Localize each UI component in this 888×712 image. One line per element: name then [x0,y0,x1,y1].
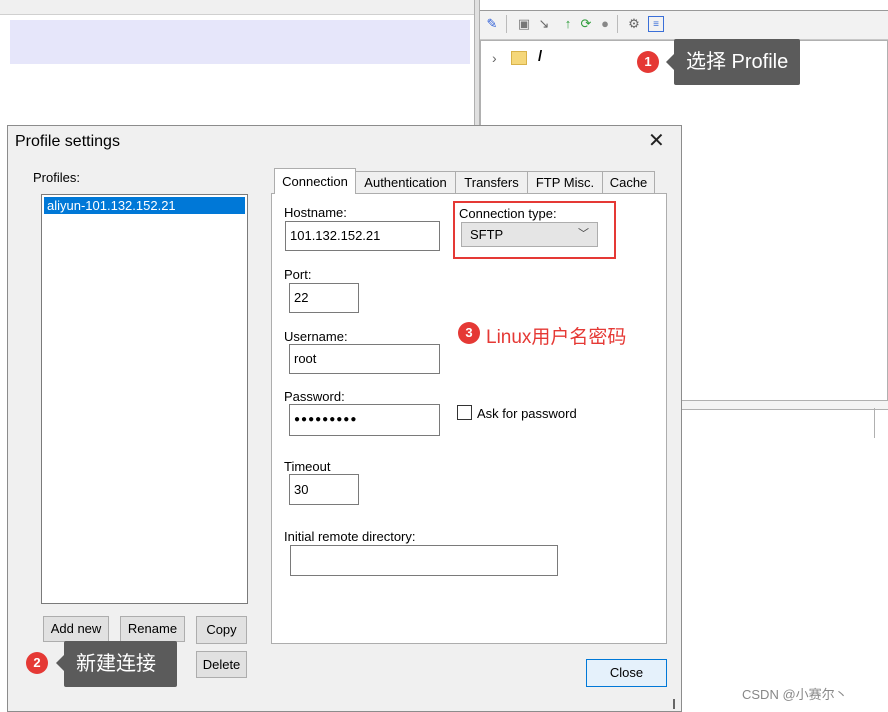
annotation-badge-1: 1 [637,51,659,73]
copy-button[interactable]: Copy [196,616,247,644]
resize-grip [673,699,675,709]
username-label: Username: [284,329,348,344]
folder-icon [511,51,527,65]
background-left-header [0,0,474,15]
initial-remote-directory-label: Initial remote directory: [284,529,416,544]
profiles-list[interactable]: aliyun-101.132.152.21 [41,194,248,604]
annotation-highlight-box [453,201,616,259]
stop-icon[interactable]: ● [597,16,613,32]
hostname-label: Hostname: [284,205,347,220]
password-label: Password: [284,389,345,404]
timeout-field[interactable]: 30 [289,474,359,505]
initial-remote-directory-field[interactable] [290,545,558,576]
connect-icon[interactable]: ✎ [484,16,500,32]
port-field[interactable]: 22 [289,283,359,313]
annotation-callout-2: 新建连接 [64,641,177,687]
tab-connection[interactable]: Connection [274,168,356,194]
annotation-badge-2: 2 [26,652,48,674]
ask-for-password-checkbox[interactable] [457,405,472,420]
port-label: Port: [284,267,312,282]
delete-button[interactable]: Delete [196,651,247,678]
rename-button[interactable]: Rename [120,616,185,642]
callout-pointer [666,54,674,70]
tab-ftp-misc[interactable]: FTP Misc. [527,171,603,194]
add-new-button[interactable]: Add new [43,616,109,642]
tree-root-label[interactable]: / [538,48,542,65]
list-item[interactable]: aliyun-101.132.152.21 [44,197,245,214]
annotation-callout-1: 选择 Profile [674,39,801,85]
view-icon[interactable]: ≡ [648,16,664,32]
ask-for-password-label: Ask for password [477,406,577,421]
watermark: CSDN @小赛尔丶 [742,687,848,702]
tab-transfers[interactable]: Transfers [455,171,528,194]
close-button[interactable]: Close [586,659,667,687]
tab-authentication[interactable]: Authentication [355,171,456,194]
disconnect-icon[interactable]: ▣ [516,16,532,32]
close-icon[interactable]: ✕ [648,130,665,152]
background-lower-pane-rule [874,408,875,438]
upload-icon[interactable]: ↑ [560,16,576,32]
download-icon[interactable]: ↘ [536,16,552,32]
refresh-icon[interactable]: ⟳ [578,16,594,32]
annotation-badge-3: 3 [458,322,480,344]
toolbar-separator [617,15,618,33]
tab-cache[interactable]: Cache [602,171,655,194]
password-field[interactable]: ●●●●●●●●● [289,404,440,436]
annotation-text-3: Linux用户名密码 [486,327,627,348]
settings-icon[interactable]: ⚙ [626,16,642,32]
chevron-right-icon[interactable]: › [492,50,497,66]
background-lower-pane-header [680,400,888,410]
username-field[interactable]: root [289,344,440,374]
remote-toolbar: ✎ ▣ ↘ ↑ ⟳ ● ⚙ ≡ [480,11,888,40]
timeout-label: Timeout [284,459,331,474]
dialog-title: Profile settings [15,133,120,150]
toolbar-separator [506,15,507,33]
profiles-label: Profiles: [33,170,80,185]
background-selected-row [10,20,470,64]
background-right-header [480,0,888,11]
callout-pointer [56,655,64,671]
hostname-field[interactable]: 101.132.152.21 [285,221,440,251]
